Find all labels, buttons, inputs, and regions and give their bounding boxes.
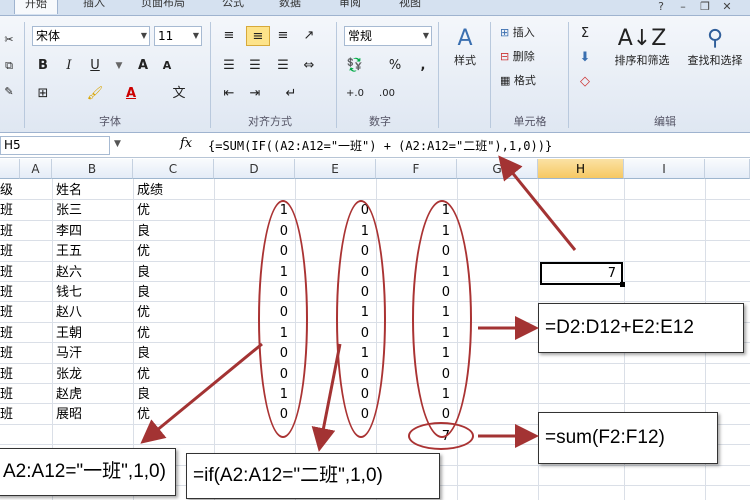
arrow-to-callout-if-2	[311, 343, 342, 452]
annotation-arrows	[140, 155, 577, 452]
arrow-to-formula	[498, 155, 577, 251]
arrow-to-callout-if-1	[140, 342, 263, 444]
